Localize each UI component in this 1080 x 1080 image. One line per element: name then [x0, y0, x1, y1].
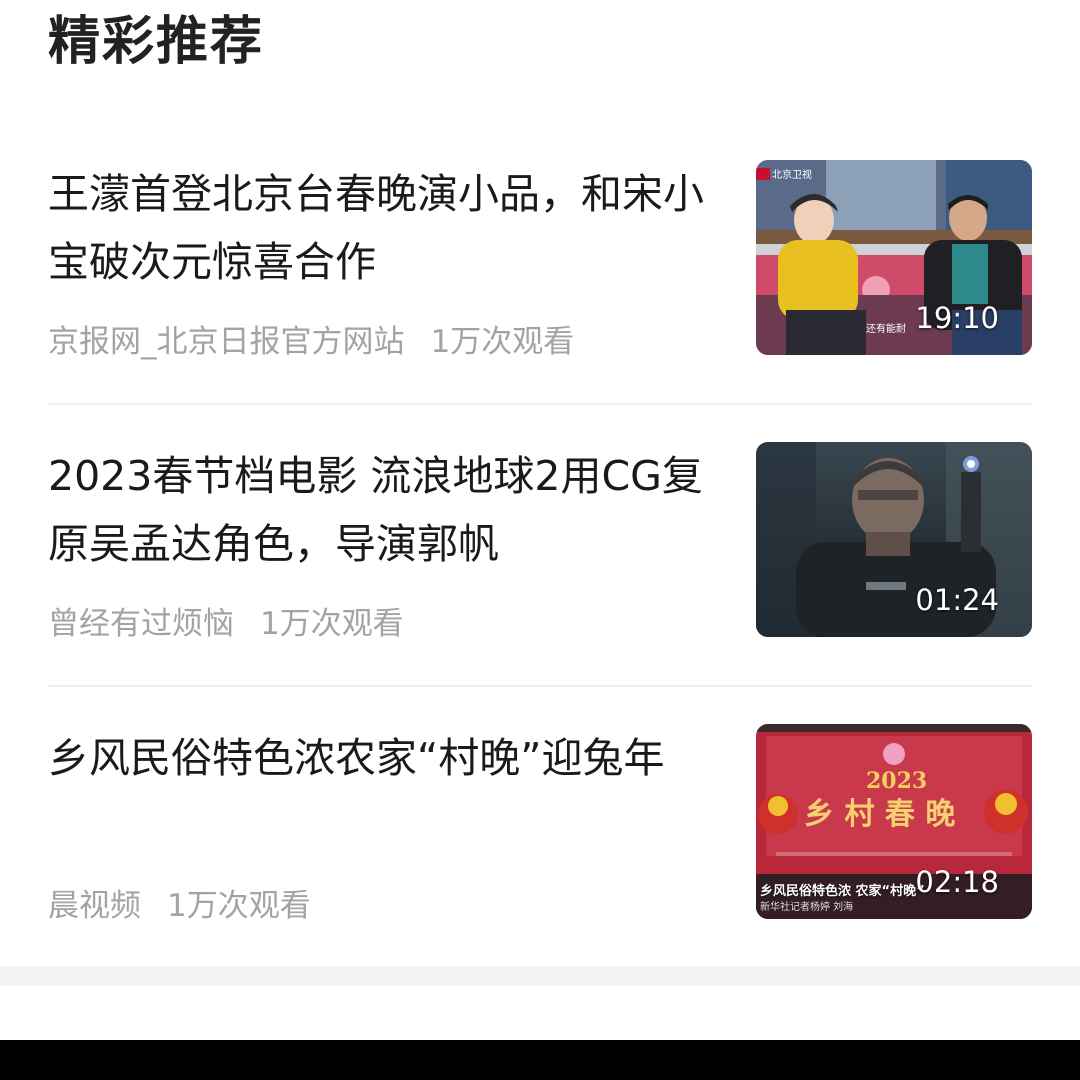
video-list-item[interactable]: 乡风民俗特色浓农家“村晚”迎兔年 晨视频 1万次观看 2023 乡 村 春 晚 乡…: [48, 724, 1032, 970]
video-views: 1万次观看: [430, 324, 575, 360]
thumbnail-caption: 乡风民俗特色浓 农家“村晚”: [760, 884, 925, 899]
video-list-item[interactable]: 王濛首登北京台春晚演小品，和宋小宝破次元惊喜合作 京报网_北京日报官方网站 1万次…: [48, 160, 1032, 406]
video-source: 晨视频: [48, 888, 141, 924]
video-title[interactable]: 乡风民俗特色浓农家“村晚”迎兔年: [48, 724, 738, 792]
video-source: 京报网_北京日报官方网站: [48, 324, 405, 360]
divider: [48, 403, 1032, 405]
thumbnail-subcaption: 新华社记者杨婷 刘海: [760, 902, 854, 913]
svg-text:还有能耐: 还有能耐: [866, 322, 906, 335]
video-thumbnail[interactable]: 北京卫视 还有能耐 19:10: [756, 160, 1032, 355]
video-source: 曾经有过烦恼: [48, 606, 234, 642]
video-views: 1万次观看: [167, 888, 311, 924]
video-duration: 01:24: [915, 583, 999, 617]
video-thumbnail[interactable]: 01:24: [756, 442, 1032, 637]
bottom-bar: [0, 1040, 1080, 1080]
svg-text:2023: 2023: [866, 768, 927, 794]
video-meta: 晨视频 1万次观看: [48, 884, 311, 928]
svg-text:北京卫视: 北京卫视: [772, 168, 812, 181]
video-list-item[interactable]: 2023春节档电影 流浪地球2用CG复原吴孟达角色，导演郭帆 曾经有过烦恼 1万次…: [48, 442, 1032, 688]
video-thumbnail[interactable]: 2023 乡 村 春 晚 乡风民俗特色浓 农家“村晚” 新华社记者杨婷 刘海 0…: [756, 724, 1032, 919]
video-views: 1万次观看: [260, 606, 404, 642]
video-duration: 19:10: [915, 301, 999, 335]
section-separator: [0, 966, 1080, 986]
video-meta: 曾经有过烦恼 1万次观看: [48, 602, 404, 646]
video-duration: 02:18: [915, 865, 999, 899]
video-title[interactable]: 2023春节档电影 流浪地球2用CG复原吴孟达角色，导演郭帆: [48, 442, 738, 578]
svg-text:乡 村 春 晚: 乡 村 春 晚: [804, 797, 955, 832]
section-title: 精彩推荐: [48, 12, 265, 72]
video-title[interactable]: 王濛首登北京台春晚演小品，和宋小宝破次元惊喜合作: [48, 160, 738, 296]
divider: [48, 685, 1032, 687]
video-meta: 京报网_北京日报官方网站 1万次观看: [48, 320, 574, 364]
